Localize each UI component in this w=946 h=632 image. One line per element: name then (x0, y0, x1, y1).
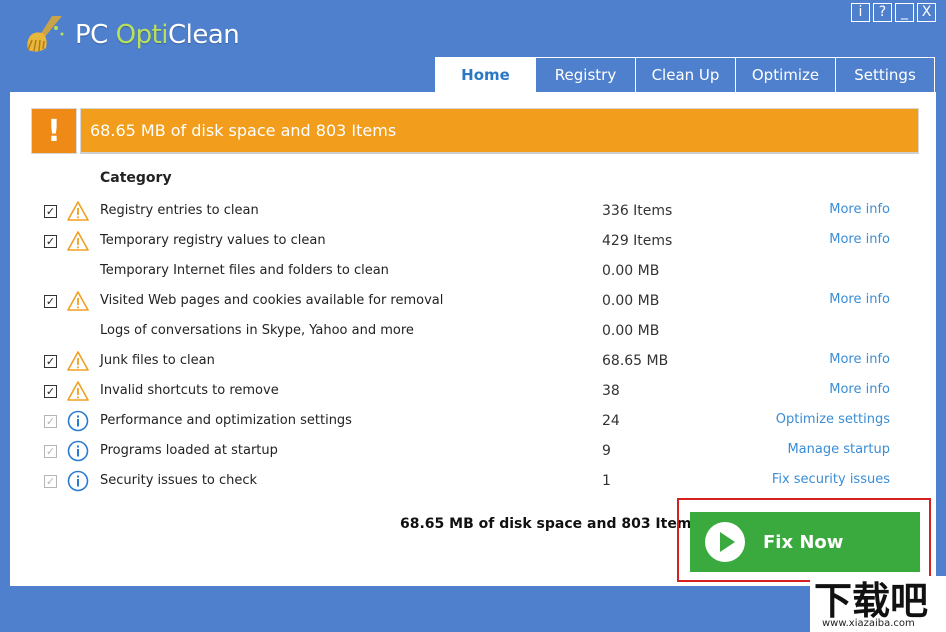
warning-icon (67, 201, 89, 221)
fix-now-button[interactable]: Fix Now (690, 512, 920, 572)
close-button[interactable]: X (917, 3, 936, 22)
warning-icon (67, 351, 89, 371)
category-row: Logs of conversations in Skype, Yahoo an… (10, 316, 936, 346)
app-window: PC OptiClean i ? _ X Home Registry Clean… (0, 0, 946, 632)
info-icon (67, 470, 89, 492)
alert-banner: ! 68.65 MB of disk space and 803 Items (31, 108, 919, 154)
alert-text: 68.65 MB of disk space and 803 Items (80, 108, 919, 154)
row-label: Temporary Internet files and folders to … (100, 263, 389, 278)
row-link[interactable]: More info (829, 352, 890, 367)
info-icon (67, 440, 89, 462)
row-label: Temporary registry values to clean (100, 233, 326, 248)
row-checkbox[interactable]: ✓ (44, 415, 57, 428)
row-link[interactable]: More info (829, 292, 890, 307)
row-label: Visited Web pages and cookies available … (100, 293, 444, 308)
row-link[interactable]: More info (829, 232, 890, 247)
row-value: 0.00 MB (602, 263, 660, 279)
app-title: PC OptiClean (75, 20, 240, 50)
row-label: Logs of conversations in Skype, Yahoo an… (100, 323, 414, 338)
category-row: ✓ Security issues to check 1 Fix security i… (10, 466, 936, 496)
tab-optimize[interactable]: Optimize (735, 57, 835, 92)
row-link[interactable]: Optimize settings (776, 412, 890, 427)
warning-icon (67, 381, 89, 401)
row-value: 68.65 MB (602, 353, 669, 369)
play-icon (705, 522, 745, 562)
row-label: Security issues to check (100, 473, 258, 488)
row-label: Invalid shortcuts to remove (100, 383, 279, 398)
category-row: ✓ Performance and optimization settings 24… (10, 406, 936, 436)
window-controls: i ? _ X (851, 3, 936, 22)
category-row: ✓ Temporary registry values to clean 429 I… (10, 226, 936, 256)
tab-settings[interactable]: Settings (835, 57, 935, 92)
summary-text: 68.65 MB of disk space and 803 Items (400, 516, 700, 532)
info-icon (67, 410, 89, 432)
row-checkbox[interactable]: ✓ (44, 445, 57, 458)
tab-registry[interactable]: Registry (535, 57, 635, 92)
svg-text:下载吧: 下载吧 (814, 579, 928, 623)
row-value: 38 (602, 383, 620, 399)
category-row: ✓ Invalid shortcuts to remove 38 More info (10, 376, 936, 406)
row-checkbox[interactable]: ✓ (44, 475, 57, 488)
row-link[interactable]: Manage startup (787, 442, 890, 457)
tab-clean-up[interactable]: Clean Up (635, 57, 735, 92)
row-label: Registry entries to clean (100, 203, 259, 218)
row-link[interactable]: More info (829, 202, 890, 217)
home-panel: ! 68.65 MB of disk space and 803 Items C… (10, 92, 936, 586)
category-row: ✓ Junk files to clean 68.65 MB More info (10, 346, 936, 376)
row-checkbox[interactable]: ✓ (44, 205, 57, 218)
row-value: 0.00 MB (602, 323, 660, 339)
row-label: Programs loaded at startup (100, 443, 278, 458)
row-checkbox[interactable]: ✓ (44, 385, 57, 398)
warning-icon (67, 231, 89, 251)
row-value: 0.00 MB (602, 293, 660, 309)
row-value: 429 Items (602, 233, 673, 249)
help-button[interactable]: ? (873, 3, 892, 22)
fix-now-highlight: Fix Now (677, 498, 931, 582)
row-link[interactable]: Fix security issues (772, 472, 890, 487)
row-value: 1 (602, 473, 611, 489)
category-row: ✓ Programs loaded at startup 9 Manage start… (10, 436, 936, 466)
fix-now-label: Fix Now (763, 531, 844, 553)
minimize-button[interactable]: _ (895, 3, 914, 22)
row-checkbox[interactable]: ✓ (44, 235, 57, 248)
tab-home[interactable]: Home (435, 57, 535, 92)
row-label: Performance and optimization settings (100, 413, 352, 428)
row-value: 336 Items (602, 203, 673, 219)
category-row: ✓ Visited Web pages and cookies available… (10, 286, 936, 316)
row-value: 24 (602, 413, 620, 429)
watermark-text: www.xiazaiba.com (822, 618, 915, 629)
row-value: 9 (602, 443, 611, 459)
category-row: ✓ Registry entries to clean 336 Items More … (10, 196, 936, 226)
row-checkbox[interactable]: ✓ (44, 295, 57, 308)
main-tabs: Home Registry Clean Up Optimize Settings (435, 57, 935, 92)
category-row: Temporary Internet files and folders to … (10, 256, 936, 286)
row-link[interactable]: More info (829, 382, 890, 397)
warning-icon (67, 291, 89, 311)
info-button[interactable]: i (851, 3, 870, 22)
row-label: Junk files to clean (100, 353, 215, 368)
row-checkbox[interactable]: ✓ (44, 355, 57, 368)
category-header: Category (100, 170, 172, 186)
broom-logo-icon (27, 16, 64, 52)
exclamation-icon: ! (31, 108, 77, 154)
